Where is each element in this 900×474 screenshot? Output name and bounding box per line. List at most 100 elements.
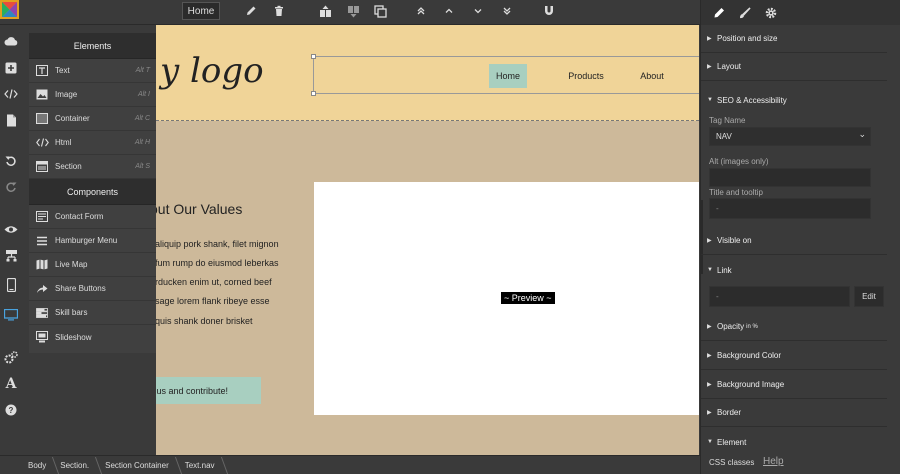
values-heading[interactable]: out Our Values <box>156 201 242 217</box>
breadcrumb-item-body[interactable]: Body <box>0 456 58 474</box>
site-logo[interactable]: y logo <box>160 51 264 91</box>
site-header[interactable]: y logo Home Products About <box>156 25 699 121</box>
contact-form-icon <box>35 211 49 223</box>
values-text-line[interactable]: sage lorem flank ribeye esse <box>156 296 270 306</box>
top-toolbar: Home <box>0 0 700 25</box>
container-block-icon <box>35 113 49 125</box>
undo-icon[interactable] <box>3 153 19 169</box>
image-block-icon <box>35 89 49 101</box>
help-link[interactable]: Help <box>763 456 784 467</box>
magnet-icon[interactable] <box>541 3 557 19</box>
mobile-icon[interactable] <box>3 277 19 293</box>
nav-link-home[interactable]: Home <box>489 64 527 88</box>
css-classes-label: CSS classes <box>709 458 755 467</box>
editor-canvas[interactable]: y logo Home Products About out Our Value… <box>156 25 699 455</box>
gear-icon[interactable] <box>763 5 779 21</box>
chevron-up-icon[interactable] <box>441 3 457 19</box>
section-element[interactable]: ▼ Element <box>701 428 887 456</box>
values-text-line[interactable]: quis shank doner brisket <box>156 316 253 326</box>
page-tab-home[interactable]: Home <box>182 2 220 20</box>
breadcrumb-item-section[interactable]: Section. <box>58 456 101 474</box>
opacity-unit: in % <box>746 323 758 330</box>
values-text-line[interactable]: aliquip pork shank, filet mignon <box>156 239 279 249</box>
section-border[interactable]: ▶ Border <box>701 399 887 427</box>
elements-header[interactable]: Elements <box>29 33 156 59</box>
components-header[interactable]: Components <box>29 179 156 205</box>
plus-box-icon[interactable] <box>3 60 19 76</box>
pencil-icon[interactable] <box>243 3 259 19</box>
redo-icon[interactable] <box>3 179 19 195</box>
eye-icon[interactable] <box>3 221 19 237</box>
desktop-icon[interactable] <box>3 307 19 323</box>
brush-icon[interactable] <box>737 5 753 21</box>
block-image[interactable]: Image Alt I <box>29 83 156 107</box>
trash-icon[interactable] <box>271 3 287 19</box>
caret-right-icon: ▶ <box>707 36 712 42</box>
nav-element-selected[interactable]: Home Products About <box>311 54 699 96</box>
html-block-icon <box>35 137 49 149</box>
contribute-button[interactable]: n us and contribute! <box>156 377 261 404</box>
settings-icon[interactable] <box>3 349 19 365</box>
title-tooltip-value: - <box>716 204 719 213</box>
clone-down-icon[interactable] <box>345 3 361 19</box>
breadcrumb-item-section-container[interactable]: Section Container <box>101 456 181 474</box>
share-icon <box>35 283 49 295</box>
block-container[interactable]: Container Alt C <box>29 107 156 131</box>
section-position-size[interactable]: ▶ Position and size <box>701 25 887 53</box>
component-live-map[interactable]: Live Map <box>29 253 156 277</box>
block-shortcut: Alt S <box>135 163 150 170</box>
help-icon[interactable]: ? <box>3 402 19 418</box>
tag-name-select[interactable]: NAV <box>709 127 871 146</box>
resize-handle[interactable] <box>311 91 316 96</box>
section-layout[interactable]: ▶ Layout <box>701 53 887 81</box>
chevron-down-icon[interactable] <box>470 3 486 19</box>
app-logo-icon <box>0 0 19 19</box>
link-input[interactable]: - <box>709 286 850 307</box>
title-tooltip-input[interactable]: - <box>709 198 871 219</box>
breadcrumb-label: Body <box>28 460 47 470</box>
tree-icon[interactable] <box>3 247 19 263</box>
preview-image-placeholder[interactable]: ~ Preview ~ <box>314 182 699 415</box>
component-contact-form[interactable]: Contact Form <box>29 205 156 229</box>
component-share-buttons[interactable]: Share Buttons <box>29 277 156 301</box>
cloud-icon[interactable] <box>3 33 19 49</box>
component-hamburger-menu[interactable]: Hamburger Menu <box>29 229 156 253</box>
breadcrumb-label: Section Container <box>105 460 169 470</box>
font-icon[interactable]: A <box>3 376 19 392</box>
section-seo[interactable]: ▼ SEO & Accessibility <box>701 86 887 114</box>
component-skill-bars[interactable]: Skill bars <box>29 301 156 325</box>
block-section[interactable]: Section Alt S <box>29 155 156 179</box>
block-label: Section <box>55 162 82 171</box>
block-label: Text <box>55 66 70 75</box>
block-html[interactable]: Html Alt H <box>29 131 156 155</box>
section-background-image[interactable]: ▶ Background Image <box>701 371 887 399</box>
tag-name-value: NAV <box>716 132 732 141</box>
section-opacity[interactable]: ▶ Opacity in % <box>701 313 887 341</box>
block-shortcut: Alt H <box>134 139 150 146</box>
section-link[interactable]: ▼ Link <box>701 256 887 284</box>
section-label: Element <box>717 437 747 447</box>
values-text-line[interactable]: fum rump do eiusmod leberkas <box>156 258 279 268</box>
caret-down-icon: ▼ <box>707 267 713 273</box>
file-icon[interactable] <box>3 112 19 128</box>
nav-link-products[interactable]: Products <box>561 64 611 88</box>
chevron-double-down-icon[interactable] <box>499 3 515 19</box>
values-text-line[interactable]: rducken enim ut, corned beef <box>156 277 272 287</box>
alt-input[interactable] <box>709 168 871 187</box>
section-label: Link <box>717 265 732 275</box>
component-slideshow[interactable]: Slideshow <box>29 325 156 349</box>
hamburger-icon <box>35 235 49 247</box>
pencil-icon[interactable] <box>711 5 727 21</box>
resize-handle[interactable] <box>311 54 316 59</box>
preview-label: ~ Preview ~ <box>501 292 555 304</box>
block-text[interactable]: Text Alt T <box>29 59 156 83</box>
code-icon[interactable] <box>3 86 19 102</box>
section-visible-on[interactable]: ▶ Visible on <box>701 227 887 255</box>
nav-link-about[interactable]: About <box>634 64 670 88</box>
clone-up-icon[interactable] <box>317 3 333 19</box>
chevron-double-up-icon[interactable] <box>413 3 429 19</box>
section-background-color[interactable]: ▶ Background Color <box>701 342 887 370</box>
copy-icon[interactable] <box>372 3 388 19</box>
breadcrumb-item-text-nav[interactable]: Text.nav <box>181 456 227 474</box>
link-edit-button[interactable]: Edit <box>854 286 884 307</box>
